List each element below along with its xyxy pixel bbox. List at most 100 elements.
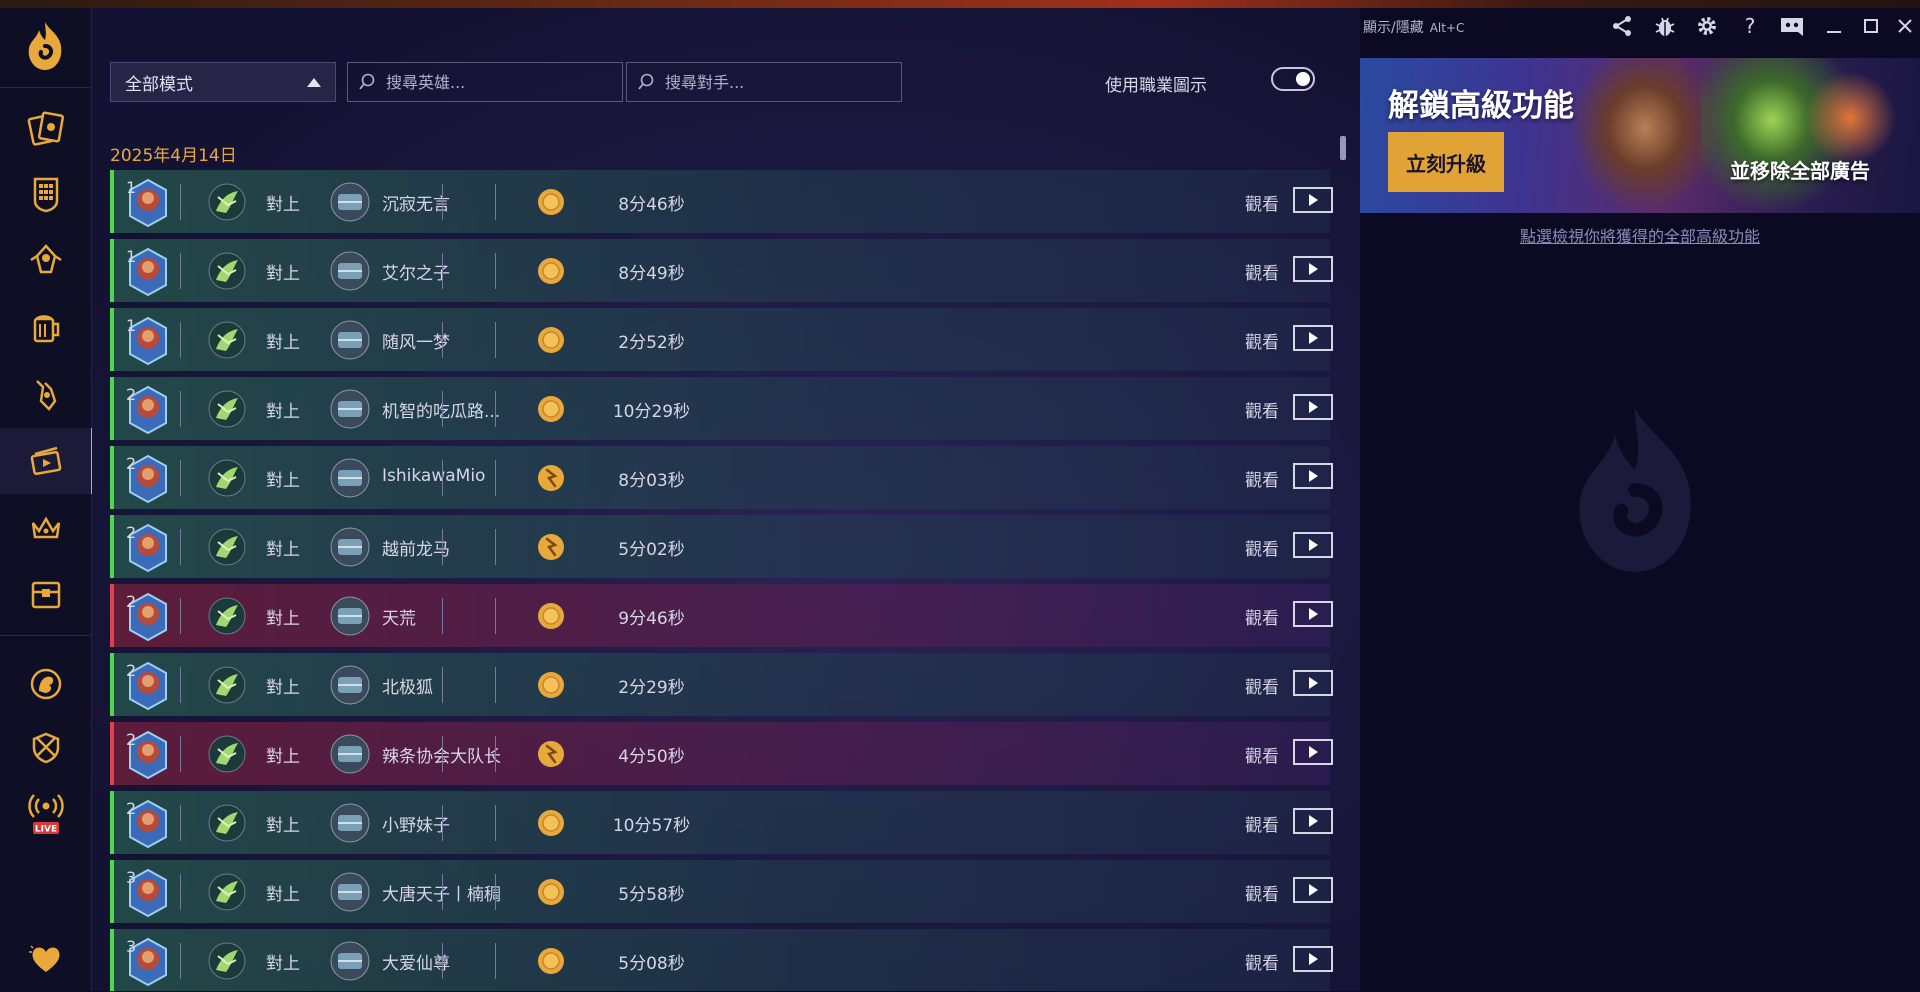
placement-number: 1 — [126, 247, 137, 266]
watch-replay-label[interactable]: 觀看 — [1245, 466, 1279, 491]
maximize-icon — [1864, 19, 1878, 33]
divider — [180, 460, 181, 496]
share-button[interactable] — [1610, 14, 1634, 38]
class-icons-toggle[interactable] — [1271, 67, 1315, 91]
versus-label: 對上 — [266, 471, 300, 491]
discord-icon — [1781, 18, 1803, 36]
date-header: 2025年4月14日 — [110, 146, 237, 166]
game-row[interactable]: 2 對上 天荒 9分46秒 觀看 — [110, 584, 1333, 647]
placement-number: 2 — [126, 592, 137, 611]
chest-icon — [31, 581, 60, 609]
sidebar-item-duels[interactable] — [0, 714, 91, 780]
play-replay-button[interactable] — [1293, 532, 1333, 558]
watch-replay-label[interactable]: 觀看 — [1245, 811, 1279, 836]
sidebar-item-live[interactable]: LIVE — [0, 781, 91, 847]
play-replay-button[interactable] — [1293, 808, 1333, 834]
watch-replay-label[interactable]: 觀看 — [1245, 535, 1279, 560]
placement-number: 2 — [126, 523, 137, 542]
game-row[interactable]: 2 對上 小野妹子 10分57秒 觀看 — [110, 791, 1333, 854]
watch-replay-label[interactable]: 觀看 — [1245, 742, 1279, 767]
discord-button[interactable] — [1778, 14, 1806, 38]
game-row[interactable]: 2 對上 越前龙马 5分02秒 觀看 — [110, 515, 1333, 578]
game-row[interactable]: 1 對上 艾尔之子 8分49秒 觀看 — [110, 239, 1333, 302]
premium-banner[interactable]: 解鎖高級功能 立刻升級 並移除全部廣告 — [1360, 58, 1920, 213]
opponent-portrait-icon — [330, 941, 370, 981]
game-row[interactable]: 1 對上 随风一梦 2分52秒 觀看 — [110, 308, 1333, 371]
opponent-name: 北极狐 — [382, 678, 433, 698]
game-row[interactable]: 2 對上 辣条协会大队长 4分50秒 觀看 — [110, 722, 1333, 785]
toggle-knob — [1296, 72, 1310, 86]
hero-search-input[interactable] — [384, 71, 608, 93]
watch-replay-label[interactable]: 觀看 — [1245, 259, 1279, 284]
opponent-portrait-icon — [330, 872, 370, 912]
opponent-search-input[interactable] — [663, 71, 887, 93]
sidebar-item-tavern[interactable] — [0, 295, 91, 361]
premium-features-link[interactable]: 點選檢視你將獲得的全部高級功能 — [1360, 223, 1920, 247]
remove-ads-text: 並移除全部廣告 — [1730, 159, 1870, 183]
sidebar-item-support[interactable] — [0, 926, 91, 992]
hero-search-box[interactable] — [347, 62, 623, 102]
minimize-icon — [1827, 31, 1841, 33]
divider — [495, 736, 496, 772]
bug-report-button[interactable] — [1653, 14, 1677, 38]
versus-label: 對上 — [266, 678, 300, 698]
play-replay-button[interactable] — [1293, 670, 1333, 696]
play-replay-button[interactable] — [1293, 739, 1333, 765]
watch-replay-label[interactable]: 觀看 — [1245, 673, 1279, 698]
upgrade-now-button[interactable]: 立刻升級 — [1388, 132, 1504, 192]
watch-replay-label[interactable]: 觀看 — [1245, 604, 1279, 629]
hero-portrait-icon — [208, 597, 246, 635]
sidebar-item-leaderboard[interactable] — [0, 495, 91, 561]
help-icon: ? — [1745, 14, 1756, 38]
watch-replay-label[interactable]: 觀看 — [1245, 880, 1279, 905]
scrollbar-thumb[interactable] — [1340, 136, 1346, 160]
sidebar-item-arena[interactable] — [0, 228, 91, 294]
minimize-button[interactable] — [1822, 14, 1846, 38]
play-replay-button[interactable] — [1293, 946, 1333, 972]
svg-text:?: ? — [1745, 14, 1756, 38]
game-row[interactable]: 2 對上 北极狐 2分29秒 觀看 — [110, 653, 1333, 716]
opponent-search-box[interactable] — [626, 62, 902, 102]
divider — [180, 943, 181, 979]
watch-replay-label[interactable]: 觀看 — [1245, 190, 1279, 215]
close-button[interactable] — [1893, 14, 1917, 38]
crown-icon — [31, 516, 60, 539]
sidebar-item-mercenaries[interactable] — [0, 361, 91, 427]
game-row[interactable]: 3 對上 大唐天子丨楠稠 5分58秒 觀看 — [110, 860, 1333, 923]
hero-portrait-icon — [208, 873, 246, 911]
sidebar-item-cards[interactable] — [0, 95, 91, 161]
sidebar-item-collection[interactable] — [0, 561, 91, 627]
divider — [495, 529, 496, 565]
divider — [495, 253, 496, 289]
sidebar: LIVE — [0, 8, 93, 992]
play-replay-button[interactable] — [1293, 187, 1333, 213]
game-row[interactable]: 2 對上 机智的吃瓜路... 10分29秒 觀看 — [110, 377, 1333, 440]
game-row[interactable]: 1 對上 沉寂无言 8分46秒 觀看 — [110, 170, 1333, 233]
settings-button[interactable] — [1695, 14, 1719, 38]
play-icon — [1308, 401, 1318, 413]
maximize-button[interactable] — [1859, 14, 1883, 38]
play-replay-button[interactable] — [1293, 256, 1333, 282]
play-replay-button[interactable] — [1293, 394, 1333, 420]
watch-replay-label[interactable]: 觀看 — [1245, 328, 1279, 353]
game-row[interactable]: 2 對上 IshikawaMio 8分03秒 觀看 — [110, 446, 1333, 509]
coin-icon — [538, 672, 564, 698]
play-replay-button[interactable] — [1293, 325, 1333, 351]
gear-icon — [1698, 17, 1716, 35]
sidebar-item-replays[interactable] — [0, 428, 93, 494]
watch-replay-label[interactable]: 觀看 — [1245, 397, 1279, 422]
play-replay-button[interactable] — [1293, 877, 1333, 903]
game-mode-dropdown[interactable]: 全部模式 — [110, 62, 336, 102]
watch-replay-label[interactable]: 觀看 — [1245, 949, 1279, 974]
sidebar-item-decks[interactable] — [0, 161, 91, 227]
sidebar-item-battlegrounds[interactable] — [0, 651, 91, 717]
arena-icon — [29, 244, 62, 274]
app-logo-icon[interactable] — [23, 20, 67, 72]
game-row[interactable]: 3 對上 大爱仙尊 5分08秒 觀看 — [110, 929, 1333, 991]
heart-icon — [28, 945, 59, 972]
help-button[interactable]: ? — [1738, 14, 1762, 38]
opponent-portrait-icon — [330, 458, 370, 498]
play-replay-button[interactable] — [1293, 463, 1333, 489]
play-replay-button[interactable] — [1293, 601, 1333, 627]
opponent-portrait-icon — [330, 803, 370, 843]
